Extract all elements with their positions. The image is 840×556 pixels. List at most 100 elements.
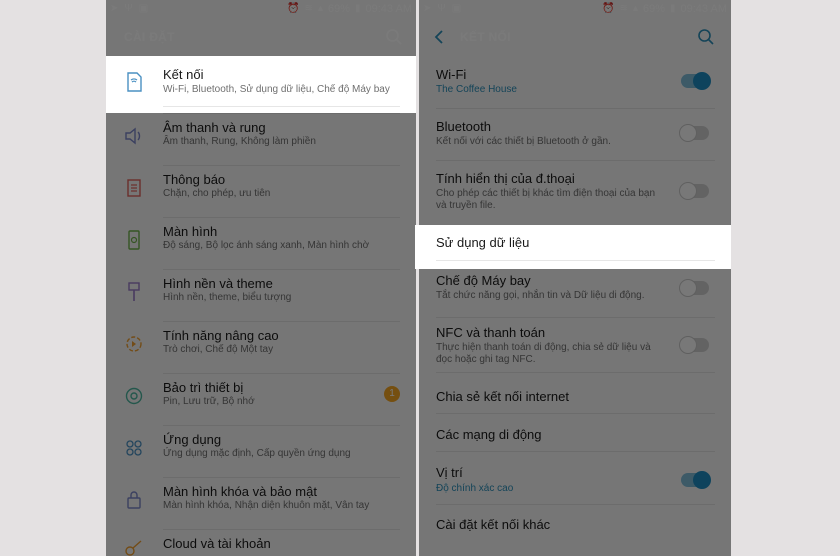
item-title: Các mạng di động: [436, 427, 542, 442]
clock: 09:43 AM: [680, 3, 727, 15]
toggle-knob: [693, 72, 711, 90]
item-subtitle: Chặn, cho phép, ưu tiên: [163, 188, 271, 199]
wifi-icon: ≋: [619, 3, 628, 14]
divider: [436, 372, 715, 373]
connections-item-airplane[interactable]: Chế độ Máy bay Tắt chức năng gọi, nhắn t…: [419, 269, 731, 321]
highlight-connections[interactable]: Kết nối Wi-Fi, Bluetooth, Sử dụng dữ liệ…: [106, 56, 416, 113]
item-title: Cloud và tài khoản: [163, 536, 271, 551]
app-bar: KẾT NỐI: [419, 18, 731, 56]
item-title: Vị trí: [436, 465, 463, 480]
item-subtitle: Âm thanh, Rung, Không làm phiền: [163, 136, 316, 147]
search-icon[interactable]: [384, 27, 404, 47]
bluetooth-toggle[interactable]: [679, 124, 709, 142]
settings-item-sound[interactable]: Âm thanh và rung Âm thanh, Rung, Không l…: [106, 113, 416, 165]
settings-item-display[interactable]: Màn hình Độ sáng, Bộ lọc ánh sáng xanh, …: [106, 217, 416, 269]
item-title: Tính năng nâng cao: [163, 328, 279, 343]
search-icon[interactable]: [696, 27, 716, 47]
item-subtitle-line1: Thực hiện thanh toán di động, chia sẻ dữ…: [436, 342, 651, 353]
wifi-toggle[interactable]: [681, 72, 711, 90]
item-subtitle: Tắt chức năng gọi, nhắn tin và Dữ liệu d…: [436, 290, 645, 301]
battery-icon: ▮: [355, 3, 361, 14]
item-title: Chia sẻ kết nối internet: [436, 389, 569, 404]
advanced-features-icon: [126, 336, 142, 352]
item-subtitle: Màn hình khóa, Nhận diện khuôn mặt, Vân …: [163, 500, 370, 511]
apps-icon: [126, 440, 142, 456]
device-care-icon: [125, 387, 143, 405]
battery-percent: 69%: [327, 3, 350, 15]
signal-icon: ▴: [317, 3, 323, 14]
speaker-icon: [125, 127, 141, 145]
lock-icon: [127, 491, 141, 509]
divider: [436, 317, 715, 318]
connections-item-mobile-networks[interactable]: Các mạng di động: [419, 422, 731, 460]
toggle-knob: [679, 279, 697, 297]
settings-item-apps[interactable]: Ứng dụng Ứng dụng mặc định, Cấp quyền ứn…: [106, 425, 416, 477]
divider: [163, 106, 400, 107]
item-title: Màn hình: [163, 224, 218, 239]
connections-item-wifi[interactable]: Wi-Fi The Coffee House: [419, 56, 731, 108]
usb-icon: Ψ: [124, 3, 133, 14]
highlight-data-usage[interactable]: Sử dụng dữ liệu: [415, 225, 731, 269]
item-title: Ứng dụng: [163, 432, 222, 447]
toggle-knob: [693, 471, 711, 489]
item-title: Bảo trì thiết bị: [163, 380, 244, 395]
toggle-knob: [679, 182, 697, 200]
item-title: Cài đặt kết nối khác: [436, 517, 551, 532]
display-icon: [128, 230, 140, 250]
divider: [436, 413, 715, 414]
navigation-icon: ➤: [110, 3, 119, 14]
alarm-icon: ⏰: [602, 3, 615, 14]
app-bar: CÀI ĐẶT: [106, 18, 416, 56]
item-subtitle-line2: đọc hoặc ghi tag NFC.: [436, 354, 536, 365]
connections-item-nfc[interactable]: NFC và thanh toán Thực hiện thanh toán d…: [419, 321, 731, 384]
battery-icon: ▮: [670, 3, 676, 14]
page-title: KẾT NỐI: [460, 30, 511, 44]
divider: [436, 504, 715, 505]
item-title: Chế độ Máy bay: [436, 273, 531, 288]
settings-item-device-care[interactable]: Bảo trì thiết bị Pin, Lưu trữ, Bộ nhớ 1: [106, 373, 416, 425]
settings-item-notifications[interactable]: Thông báo Chặn, cho phép, ưu tiên: [106, 165, 416, 217]
toggle-knob: [679, 336, 697, 354]
location-toggle[interactable]: [681, 471, 711, 489]
item-subtitle: Độ sáng, Bộ lọc ánh sáng xanh, Màn hình …: [163, 240, 370, 251]
divider: [436, 260, 715, 261]
connections-item-tethering[interactable]: Chia sẻ kết nối internet: [419, 384, 731, 422]
item-subtitle-line1: Cho phép các thiết bị khác tìm điện thoạ…: [436, 188, 656, 199]
item-title: Sử dụng dữ liệu: [436, 235, 530, 250]
connections-item-visibility[interactable]: Tính hiển thị của đ.thoại Cho phép các t…: [419, 160, 731, 225]
item-title: Wi-Fi: [436, 67, 467, 82]
connections-item-more-settings[interactable]: Cài đặt kết nối khác: [419, 512, 731, 552]
clock: 09:43 AM: [365, 3, 412, 15]
airplane-mode-toggle[interactable]: [679, 279, 709, 297]
nfc-toggle[interactable]: [679, 336, 709, 354]
image-icon: ▣: [138, 3, 149, 14]
connections-screen: ➤ Ψ ▣ ⏰ ≋ ▴ 69% ▮ 09:43 AM KẾT NỐI Wi-Fi…: [419, 0, 731, 556]
wifi-icon: ≋: [304, 3, 313, 14]
status-bar: ➤ Ψ ▣ ⏰ ≋ ▴ 69% ▮ 09:43 AM: [419, 0, 731, 18]
settings-item-lockscreen[interactable]: Màn hình khóa và bảo mật Màn hình khóa, …: [106, 477, 416, 529]
connections-item-bluetooth[interactable]: Bluetooth Kết nối với các thiết bị Bluet…: [419, 108, 731, 160]
item-subtitle: The Coffee House: [436, 84, 517, 95]
item-title: Bluetooth: [436, 119, 491, 134]
navigation-icon: ➤: [423, 3, 432, 14]
toggle-knob: [679, 124, 697, 142]
settings-item-wallpaper[interactable]: Hình nền và theme Hình nền, theme, biểu …: [106, 269, 416, 321]
item-subtitle: Trò chơi, Chế độ Một tay: [163, 344, 274, 355]
back-arrow-icon[interactable]: [429, 27, 449, 47]
item-subtitle: Ứng dụng mặc định, Cấp quyền ứng dụng: [163, 448, 351, 459]
page-title: CÀI ĐẶT: [124, 30, 175, 44]
item-title: Thông báo: [163, 172, 226, 187]
divider: [436, 451, 715, 452]
visibility-toggle[interactable]: [679, 182, 709, 200]
battery-percent: 69%: [642, 3, 665, 15]
item-subtitle: Hình nền, theme, biểu tượng: [163, 292, 292, 303]
usb-icon: Ψ: [437, 3, 446, 14]
item-subtitle-line2: và truyền file.: [436, 200, 496, 211]
item-subtitle: Wi-Fi, Bluetooth, Sử dụng dữ liệu, Chế đ…: [163, 84, 390, 95]
settings-item-cloud[interactable]: Cloud và tài khoản: [106, 529, 416, 556]
settings-item-advanced[interactable]: Tính năng nâng cao Trò chơi, Chế độ Một …: [106, 321, 416, 373]
signal-icon: ▴: [632, 3, 638, 14]
connections-icon: [127, 72, 142, 92]
notifications-icon: [127, 179, 141, 197]
key-icon: [125, 540, 142, 556]
